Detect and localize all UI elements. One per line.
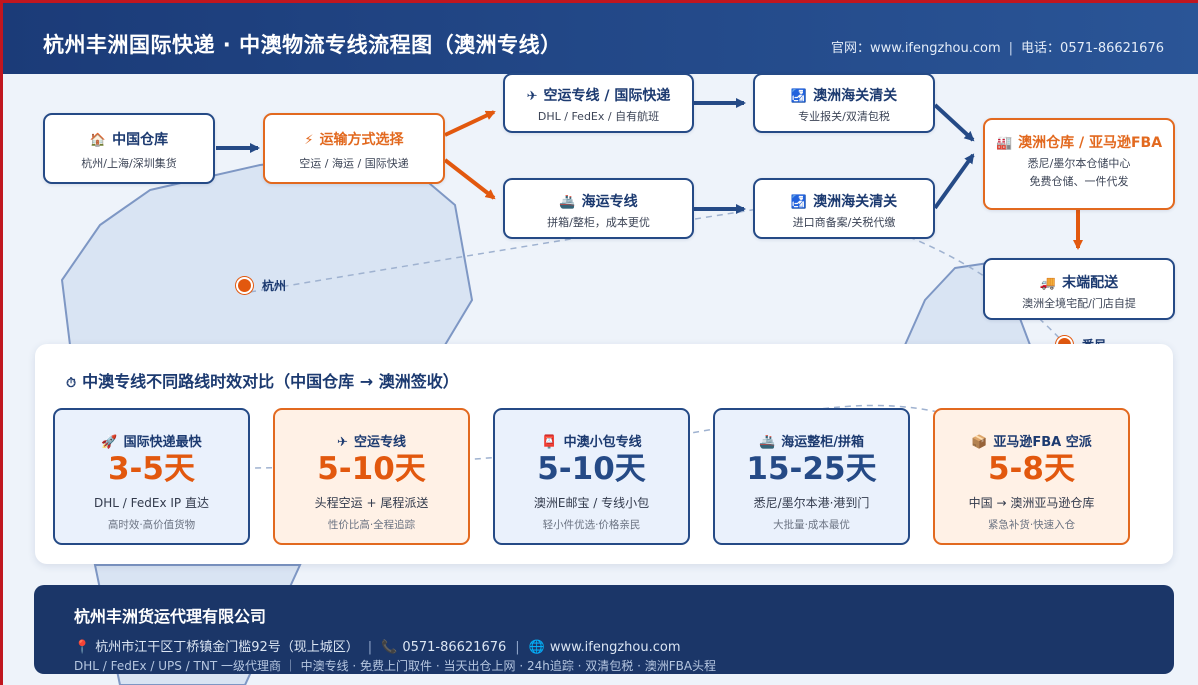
card-note: 性价比高·全程追踪 <box>327 519 416 531</box>
footer-contact: 📍 杭州市江干区丁桥镇金门槛92号（现上城区） | 📞 0571-86621676 | 🌐 w… <box>74 636 681 655</box>
card-small-parcel: 📮 中澳小包专线 5-10天 澳洲E邮宝 / 专线小包 轻小件优选·价格亲民 <box>493 408 690 545</box>
globe-icon: 🌐 <box>528 640 545 655</box>
node-title: 海运专线 <box>581 194 638 210</box>
arrow-customs-air-to-au <box>933 103 975 142</box>
card-note: 大批量·成本最优 <box>773 519 850 531</box>
airplane-icon: ✈ <box>337 435 348 450</box>
truck-icon: 🚚 <box>1039 276 1057 291</box>
parcel-icon: 📮 <box>541 435 558 450</box>
card-desc: 头程空运 + 尾程派送 <box>314 496 429 510</box>
divider: | <box>367 640 373 655</box>
node-air-express: ✈ 空运专线 / 国际快递 DHL / FedEx / 自有航班 <box>503 73 694 133</box>
comparison-panel: ⏱ 中澳专线不同路线时效对比（中国仓库 → 澳洲签收） 🚀 国际快递最快 3-5天 … <box>35 344 1173 564</box>
footer-address: 杭州市江干区丁桥镇金门槛92号（现上城区） <box>95 640 359 655</box>
website-link[interactable]: 官网：www.ifengzhou.com <box>831 41 1001 56</box>
divider: | <box>515 640 520 655</box>
stopwatch-icon: ⏱ <box>66 376 77 391</box>
node-au-warehouse: 🏭 澳洲仓库 / 亚马逊FBA 悉尼/墨尔本仓储中心 免费仓储、一件代发 <box>983 118 1175 210</box>
arrow-customs-sea-to-au <box>933 153 975 210</box>
node-transport-choice: ⚡ 运输方式选择 空运 / 海运 / 国际快递 <box>263 113 445 184</box>
card-desc: 中国 → 澳洲亚马逊仓库 <box>968 496 1095 510</box>
card-fba-air: 📦 亚马逊FBA 空派 5-8天 中国 → 澳洲亚马逊仓库 紧急补货·快速入仓 <box>933 408 1130 545</box>
footer: 杭州丰洲货运代理有限公司 📍 杭州市江干区丁桥镇金门槛92号（现上城区） | 📞 057… <box>34 585 1174 674</box>
node-subtitle: 澳洲全境宅配/门店自提 <box>1022 297 1136 310</box>
node-subtitle: 杭州/上海/深圳集货 <box>81 157 177 170</box>
node-subtitle: 悉尼/墨尔本仓储中心 <box>1027 157 1131 170</box>
house-icon: 🏠 <box>89 133 107 148</box>
box-icon: 📦 <box>971 435 988 450</box>
node-title: 中国仓库 <box>112 132 169 148</box>
node-subtitle: 空运 / 海运 / 国际快递 <box>299 157 409 170</box>
card-desc: DHL / FedEx IP 直达 <box>94 496 209 510</box>
ship-icon: 🚢 <box>559 195 576 210</box>
lightning-icon: ⚡ <box>304 133 314 148</box>
footer-website[interactable]: www.ifengzhou.com <box>550 640 681 655</box>
card-sea-container: 🚢 海运整柜/拼箱 15-25天 悉尼/墨尔本港·港到门 大批量·成本最优 <box>713 408 910 545</box>
header-contact: 官网：www.ifengzhou.com | 电话：0571-86621676 <box>831 37 1164 56</box>
node-sea-line: 🚢 海运专线 拼箱/整柜，成本更优 <box>503 178 694 239</box>
footer-phone[interactable]: 0571-86621676 <box>402 640 506 655</box>
company-name: 杭州丰洲货运代理有限公司 <box>74 607 267 626</box>
comparison-title: 中澳专线不同路线时效对比（中国仓库 → 澳洲签收） <box>82 372 459 391</box>
node-subtitle: 进口商备案/关税代缴 <box>792 216 896 229</box>
node-title: 运输方式选择 <box>319 132 404 148</box>
node-title: 空运专线 / 国际快递 <box>543 88 671 104</box>
node-china-warehouse: 🏠 中国仓库 杭州/上海/深圳集货 <box>43 113 215 184</box>
card-intl-express: 🚀 国际快递最快 3-5天 DHL / FedEx IP 直达 高时效·高价值货物 <box>53 408 250 545</box>
customs-icon: 🛃 <box>790 89 808 104</box>
footer-slogan: DHL / FedEx / UPS / TNT 一级代理商 ｜ 中澳专线 · 免… <box>74 659 717 673</box>
node-title: 澳洲仓库 / 亚马逊FBA <box>1018 135 1163 151</box>
card-desc: 悉尼/墨尔本港·港到门 <box>753 496 870 510</box>
node-title: 末端配送 <box>1062 275 1119 291</box>
node-last-mile: 🚚 末端配送 澳洲全境宅配/门店自提 <box>983 258 1175 320</box>
card-value: 5-8天 <box>987 451 1075 487</box>
node-customs-air: 🛃 澳洲海关清关 专业报关/双清包税 <box>753 73 935 133</box>
node-customs-sea: 🛃 澳洲海关清关 进口商备案/关税代缴 <box>753 178 935 239</box>
card-value: 3-5天 <box>107 451 195 487</box>
node-subtitle: 专业报关/双清包税 <box>798 110 890 123</box>
factory-icon: 🏭 <box>995 136 1013 151</box>
map-pin-hangzhou <box>236 277 253 294</box>
card-air-line: ✈ 空运专线 5-10天 头程空运 + 尾程派送 性价比高·全程追踪 <box>273 408 470 545</box>
page-title: 杭州丰洲国际快递 · 中澳物流专线流程图（澳洲专线） <box>43 33 562 57</box>
card-note: 高时效·高价值货物 <box>107 519 196 531</box>
header-banner: 杭州丰洲国际快递 · 中澳物流专线流程图（澳洲专线） 官网：www.ifengz… <box>3 3 1198 74</box>
phone-icon: 📞 <box>381 640 398 655</box>
card-note: 紧急补货·快速入仓 <box>987 519 1076 531</box>
customs-icon: 🛃 <box>790 195 808 210</box>
page: 杭州 悉尼 杭州丰洲国际快递 · 中澳物流专线流程图（澳洲专线） 官网：www.… <box>0 0 1198 685</box>
airplane-icon: ✈ <box>526 89 538 104</box>
arrow-choice-to-air <box>444 110 496 137</box>
arrow-choice-to-sea <box>443 158 496 200</box>
card-title: 海运整柜/拼箱 <box>781 435 864 450</box>
card-value: 5-10天 <box>537 451 646 487</box>
ship-icon: 🚢 <box>759 435 776 450</box>
card-title: 空运专线 <box>353 435 406 450</box>
node-title: 澳洲海关清关 <box>813 194 898 210</box>
card-desc: 澳洲E邮宝 / 专线小包 <box>533 496 650 510</box>
node-subtitle-2: 免费仓储、一件代发 <box>1029 175 1129 188</box>
page-edge-left <box>0 0 3 685</box>
node-subtitle: DHL / FedEx / 自有航班 <box>537 110 660 123</box>
card-title: 国际快递最快 <box>123 435 202 450</box>
card-title: 亚马逊FBA 空派 <box>993 435 1092 450</box>
card-value: 5-10天 <box>317 451 426 487</box>
city-label-hangzhou: 杭州 <box>262 279 287 293</box>
rocket-icon: 🚀 <box>101 435 118 450</box>
card-title: 中澳小包专线 <box>563 435 642 450</box>
location-pin-icon: 📍 <box>74 640 91 655</box>
phone-link[interactable]: 电话：0571-86621676 <box>1021 41 1164 56</box>
divider: | <box>1008 41 1014 56</box>
node-title: 澳洲海关清关 <box>813 88 898 104</box>
card-note: 轻小件优选·价格亲民 <box>542 519 641 531</box>
card-value: 15-25天 <box>746 451 877 487</box>
node-subtitle: 拼箱/整柜，成本更优 <box>547 216 650 229</box>
